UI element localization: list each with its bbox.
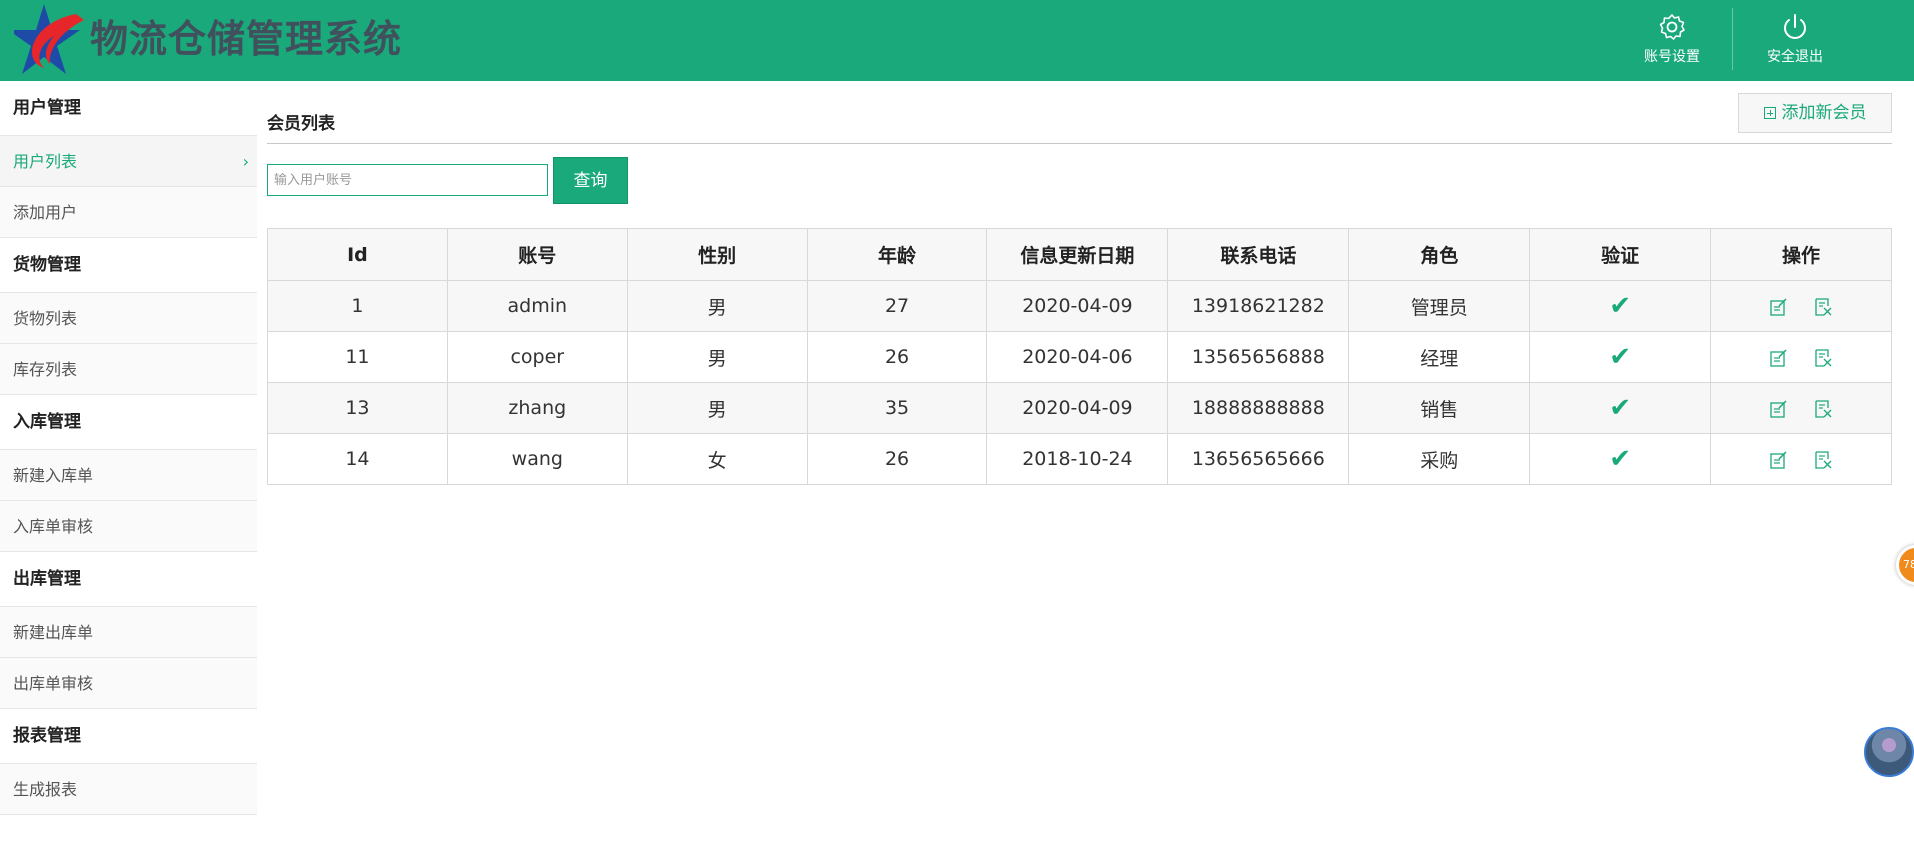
sidebar-group-report[interactable]: 报表管理 bbox=[0, 709, 257, 764]
chevron-right-icon: › bbox=[242, 152, 249, 171]
cell-updated: 2020-04-09 bbox=[986, 280, 1169, 332]
cell-actions bbox=[1710, 280, 1892, 332]
edit-icon[interactable] bbox=[1770, 348, 1788, 367]
sidebar-group-user[interactable]: 用户管理 bbox=[0, 81, 257, 136]
col-header-id: Id bbox=[267, 228, 448, 281]
cell-account: zhang bbox=[446, 382, 628, 434]
table-header-row: Id 账号 性别 年龄 信息更新日期 联系电话 角色 验证 操作 bbox=[267, 228, 1892, 281]
cell-age: 27 bbox=[806, 280, 988, 332]
cell-updated: 2018-10-24 bbox=[986, 433, 1169, 485]
cell-phone: 18888888888 bbox=[1167, 382, 1350, 434]
cell-updated: 2020-04-06 bbox=[986, 331, 1169, 383]
col-header-age: 年龄 bbox=[806, 228, 988, 281]
sidebar-item-generate-report[interactable]: 生成报表 bbox=[0, 764, 257, 815]
add-member-label: 添加新会员 bbox=[1781, 103, 1867, 123]
cell-id: 13 bbox=[267, 382, 448, 434]
sidebar-item-label: 用户列表 bbox=[13, 152, 78, 171]
delete-icon[interactable] bbox=[1814, 348, 1832, 367]
cell-updated: 2020-04-09 bbox=[986, 382, 1169, 434]
cell-id: 11 bbox=[267, 331, 448, 383]
edit-icon[interactable] bbox=[1770, 450, 1788, 469]
col-header-actions: 操作 bbox=[1710, 228, 1892, 281]
checkmark-icon: ✔ bbox=[1609, 393, 1631, 423]
cell-phone: 13918621282 bbox=[1167, 280, 1350, 332]
cell-gender: 男 bbox=[626, 331, 808, 383]
table-row: 1 admin 男 27 2020-04-09 13918621282 管理员 … bbox=[267, 280, 1892, 332]
sidebar-group-outbound[interactable]: 出库管理 bbox=[0, 552, 257, 607]
delete-icon[interactable] bbox=[1814, 297, 1832, 316]
cell-verified: ✔ bbox=[1529, 280, 1712, 332]
cell-gender: 女 bbox=[626, 433, 808, 485]
checkmark-icon: ✔ bbox=[1609, 291, 1631, 321]
top-header: 物流仓储管理系统 账号设置 安全退出 bbox=[0, 0, 1914, 81]
col-header-verified: 验证 bbox=[1529, 228, 1712, 281]
col-header-phone: 联系电话 bbox=[1167, 228, 1350, 281]
cell-verified: ✔ bbox=[1529, 433, 1712, 485]
cell-verified: ✔ bbox=[1529, 331, 1712, 383]
account-settings-button[interactable]: 账号设置 bbox=[1617, 10, 1727, 70]
page-title: 会员列表 bbox=[267, 114, 335, 134]
cell-id: 14 bbox=[267, 433, 448, 485]
cell-account: admin bbox=[446, 280, 628, 332]
sidebar-group-goods[interactable]: 货物管理 bbox=[0, 238, 257, 293]
checkmark-icon: ✔ bbox=[1609, 342, 1631, 372]
cell-account: coper bbox=[446, 331, 628, 383]
add-icon bbox=[1763, 107, 1776, 119]
sidebar-item-goods-list[interactable]: 货物列表 bbox=[0, 293, 257, 344]
sidebar-group-inbound[interactable]: 入库管理 bbox=[0, 395, 257, 450]
title-divider bbox=[267, 143, 1892, 144]
table-row: 14 wang 女 26 2018-10-24 13656565666 采购 ✔ bbox=[267, 433, 1892, 485]
cell-account: wang bbox=[446, 433, 628, 485]
floating-counter-badge[interactable]: 78 bbox=[1896, 545, 1914, 585]
sidebar-item-outbound-review[interactable]: 出库单审核 bbox=[0, 658, 257, 709]
cell-actions bbox=[1710, 433, 1892, 485]
table-row: 13 zhang 男 35 2020-04-09 18888888888 销售 … bbox=[267, 382, 1892, 434]
cell-gender: 男 bbox=[626, 280, 808, 332]
edit-icon[interactable] bbox=[1770, 399, 1788, 418]
sidebar-item-stock-list[interactable]: 库存列表 bbox=[0, 344, 257, 395]
col-header-gender: 性别 bbox=[626, 228, 808, 281]
cell-role: 管理员 bbox=[1348, 280, 1531, 332]
account-search-input[interactable] bbox=[267, 164, 548, 196]
sidebar-item-inbound-review[interactable]: 入库单审核 bbox=[0, 501, 257, 552]
sidebar-item-new-inbound[interactable]: 新建入库单 bbox=[0, 450, 257, 501]
cell-role: 采购 bbox=[1348, 433, 1531, 485]
sidebar-item-add-user[interactable]: 添加用户 bbox=[0, 187, 257, 238]
col-header-updated: 信息更新日期 bbox=[986, 228, 1169, 281]
gear-icon bbox=[1659, 14, 1685, 40]
logout-button[interactable]: 安全退出 bbox=[1740, 10, 1850, 70]
cell-gender: 男 bbox=[626, 382, 808, 434]
cell-actions bbox=[1710, 331, 1892, 383]
search-button[interactable]: 查询 bbox=[553, 157, 628, 204]
sidebar-item-new-outbound[interactable]: 新建出库单 bbox=[0, 607, 257, 658]
app-title: 物流仓储管理系统 bbox=[90, 16, 403, 61]
floating-avatar[interactable] bbox=[1864, 727, 1914, 777]
cell-phone: 13565656888 bbox=[1167, 331, 1350, 383]
delete-icon[interactable] bbox=[1814, 450, 1832, 469]
cell-id: 1 bbox=[267, 280, 448, 332]
logo-star-icon bbox=[14, 4, 84, 74]
power-icon bbox=[1784, 14, 1806, 39]
account-settings-label: 账号设置 bbox=[1644, 49, 1700, 65]
cell-age: 35 bbox=[806, 382, 988, 434]
col-header-account: 账号 bbox=[446, 228, 628, 281]
logout-label: 安全退出 bbox=[1767, 49, 1823, 65]
checkmark-icon: ✔ bbox=[1609, 444, 1631, 474]
table-row: 11 coper 男 26 2020-04-06 13565656888 经理 … bbox=[267, 331, 1892, 383]
col-header-role: 角色 bbox=[1348, 228, 1531, 281]
cell-actions bbox=[1710, 382, 1892, 434]
cell-verified: ✔ bbox=[1529, 382, 1712, 434]
sidebar: 用户管理 用户列表 › 添加用户 货物管理 货物列表 库存列表 入库管理 新建入… bbox=[0, 81, 257, 843]
header-divider bbox=[1732, 8, 1733, 70]
sidebar-item-user-list[interactable]: 用户列表 › bbox=[0, 136, 257, 187]
edit-icon[interactable] bbox=[1770, 297, 1788, 316]
cell-role: 经理 bbox=[1348, 331, 1531, 383]
cell-age: 26 bbox=[806, 433, 988, 485]
cell-phone: 13656565666 bbox=[1167, 433, 1350, 485]
cell-age: 26 bbox=[806, 331, 988, 383]
cell-role: 销售 bbox=[1348, 382, 1531, 434]
delete-icon[interactable] bbox=[1814, 399, 1832, 418]
add-member-button[interactable]: 添加新会员 bbox=[1738, 93, 1892, 133]
member-table: Id 账号 性别 年龄 信息更新日期 联系电话 角色 验证 操作 1 admin… bbox=[267, 228, 1892, 485]
